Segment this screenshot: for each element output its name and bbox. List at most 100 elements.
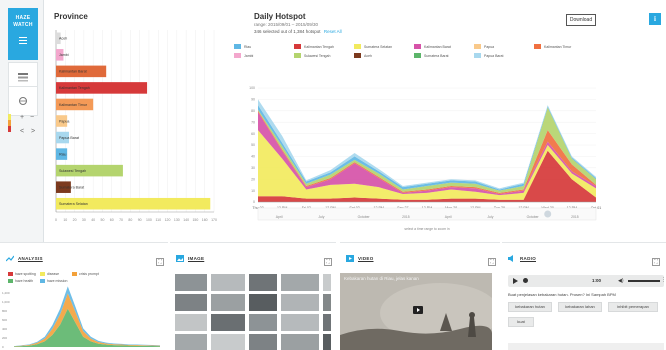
radio-panel: RADIO ⛶ 1:00 ◀) ⋮ Buat penjelasan kebaka… <box>502 242 666 350</box>
y-tick-label: 0 <box>253 200 255 204</box>
brand-line1: HAZE <box>15 15 31 21</box>
image-expand-icon[interactable]: ⛶ <box>324 258 332 266</box>
video-icon <box>346 255 354 262</box>
volume-icon[interactable]: ◀) <box>618 278 624 284</box>
legend-color-red <box>8 126 11 132</box>
hamburger-menu-icon[interactable] <box>19 37 27 44</box>
audio-player: 1:00 ◀) ⋮ <box>508 275 666 287</box>
image-thumbnail[interactable] <box>280 313 320 332</box>
x-tick-label: 120 <box>165 218 171 222</box>
radio-tag[interactable]: inhibit pemerapan <box>608 302 658 312</box>
next-button[interactable]: > <box>31 128 35 135</box>
radio-header: RADIO <box>508 255 536 262</box>
range-label: 2015 <box>571 215 579 219</box>
x-tick-label: 80 <box>128 218 132 222</box>
radio-next-item <box>508 343 664 350</box>
radio-tag[interactable]: kebakaran hutan <box>508 302 552 312</box>
x-tick-label: 60 <box>110 218 114 222</box>
range-handle <box>544 210 552 218</box>
play-icon <box>417 308 420 312</box>
province-bar-label: Papua Barat <box>59 136 79 140</box>
province-bar-label: Kalimantan Timur <box>59 103 88 107</box>
analysis-area-series <box>14 293 160 347</box>
app-logo[interactable]: HAZE WATCH <box>8 8 38 60</box>
x-tick-label: 130 <box>174 218 180 222</box>
range-label: April <box>276 215 283 219</box>
image-thumbnail[interactable] <box>322 273 332 292</box>
video-play-button[interactable] <box>413 306 423 314</box>
image-thumbnail[interactable] <box>322 333 332 350</box>
basemap-icon[interactable] <box>8 86 38 116</box>
image-thumbnail[interactable] <box>174 293 208 312</box>
y-tick-label: 30 <box>251 166 255 170</box>
y-tick-label: 20 <box>251 177 255 181</box>
range-label: October <box>527 215 540 219</box>
y-tick-label: 100 <box>249 86 255 90</box>
province-chart: Province 0 10 20 30 40 50 60 70 80 90 100 110 120 130… <box>52 6 224 236</box>
image-title: IMAGE <box>188 256 205 261</box>
analysis-area-series <box>14 308 160 347</box>
image-icon <box>176 255 184 262</box>
image-thumbnail[interactable] <box>174 333 208 350</box>
y-tick-label: 50 <box>251 143 255 147</box>
province-bar-label: Sumatera Selatan <box>59 202 88 206</box>
y-tick-label: 40 <box>251 155 255 159</box>
chart-footnote: select a time range to zoom in <box>404 227 449 231</box>
image-thumbnail[interactable] <box>210 273 246 292</box>
audio-seek-handle[interactable] <box>523 278 528 283</box>
range-label: October <box>358 215 371 219</box>
volume-slider[interactable] <box>628 280 660 282</box>
province-bar-label: Kalimantan Tengah <box>59 86 90 90</box>
image-thumbnail[interactable] <box>280 273 320 292</box>
province-bar-label: Sulawesi Tengah <box>59 169 86 173</box>
x-tick-label: 110 <box>155 218 161 222</box>
image-thumbnail[interactable] <box>248 333 278 350</box>
province-bar-chart: 0 10 20 30 40 50 60 70 80 90 100 110 120 130 140 150 160… <box>55 30 217 222</box>
brand-line2: WATCH <box>13 22 33 28</box>
image-thumbnail[interactable] <box>280 293 320 312</box>
radio-tag[interactable]: kuat <box>508 317 534 327</box>
prev-button[interactable]: < <box>20 128 24 135</box>
x-tick-label: 20 <box>73 218 77 222</box>
x-tick-label: 150 <box>192 218 198 222</box>
analysis-area-chart <box>14 286 160 347</box>
x-tick-label: 70 <box>119 218 123 222</box>
image-thumbnail[interactable] <box>248 293 278 312</box>
more-options-icon[interactable]: ⋮ <box>661 277 666 283</box>
x-tick-label: 0 <box>55 218 57 222</box>
range-label: 2015 <box>402 215 410 219</box>
video-expand-icon[interactable]: ⛶ <box>488 258 496 266</box>
x-tick-label: 160 <box>202 218 208 222</box>
image-thumbnail[interactable] <box>210 313 246 332</box>
y-tick-label: 80 <box>251 109 255 113</box>
province-bar-label: Kalimantan Barat <box>59 70 87 74</box>
image-thumbnail[interactable] <box>248 273 278 292</box>
x-tick-label: 170 <box>211 218 217 222</box>
province-bar-label: Papua <box>59 119 69 123</box>
radio-expand-icon[interactable]: ⛶ <box>652 258 660 266</box>
zoom-in-button[interactable]: + <box>20 114 24 121</box>
x-tick-label: 90 <box>138 218 142 222</box>
image-thumbnail[interactable] <box>210 293 246 312</box>
x-tick-label: 50 <box>101 218 105 222</box>
video-panel: VIDEO ⛶ Kebakaran hutan di Riau, jelas k… <box>340 242 500 350</box>
y-tick-label: 90 <box>251 98 255 102</box>
image-thumbnail[interactable] <box>210 333 246 350</box>
radio-tag[interactable]: kebakaran lahan <box>558 302 602 312</box>
radio-icon <box>508 255 513 262</box>
app: HAZE WATCH + − < > Province 0 10 20 30 40 50 6… <box>0 0 666 350</box>
video-player[interactable]: Kebakaran hutan di Riau, jelas kanan <box>340 273 492 350</box>
image-thumbnail[interactable] <box>322 313 332 332</box>
zoom-out-button[interactable]: − <box>30 114 34 121</box>
image-thumbnail[interactable] <box>174 313 208 332</box>
image-thumbnail[interactable] <box>322 293 332 312</box>
image-thumbnail[interactable] <box>174 273 208 292</box>
daily-hotspot-chart: Daily Hotspot range: 2015/09/01 – 2015/0… <box>224 6 664 238</box>
image-thumbnail[interactable] <box>248 313 278 332</box>
y-tick-label: 70 <box>251 120 255 124</box>
audio-time: 1:00 <box>592 278 602 283</box>
image-thumbnail[interactable] <box>280 333 320 350</box>
audio-play-icon[interactable] <box>513 278 518 284</box>
x-tick-label: 100 <box>146 218 152 222</box>
hotspot-area-chart[interactable]: 0102030405060708090100Thu 0312 PMFri 021… <box>224 6 664 238</box>
